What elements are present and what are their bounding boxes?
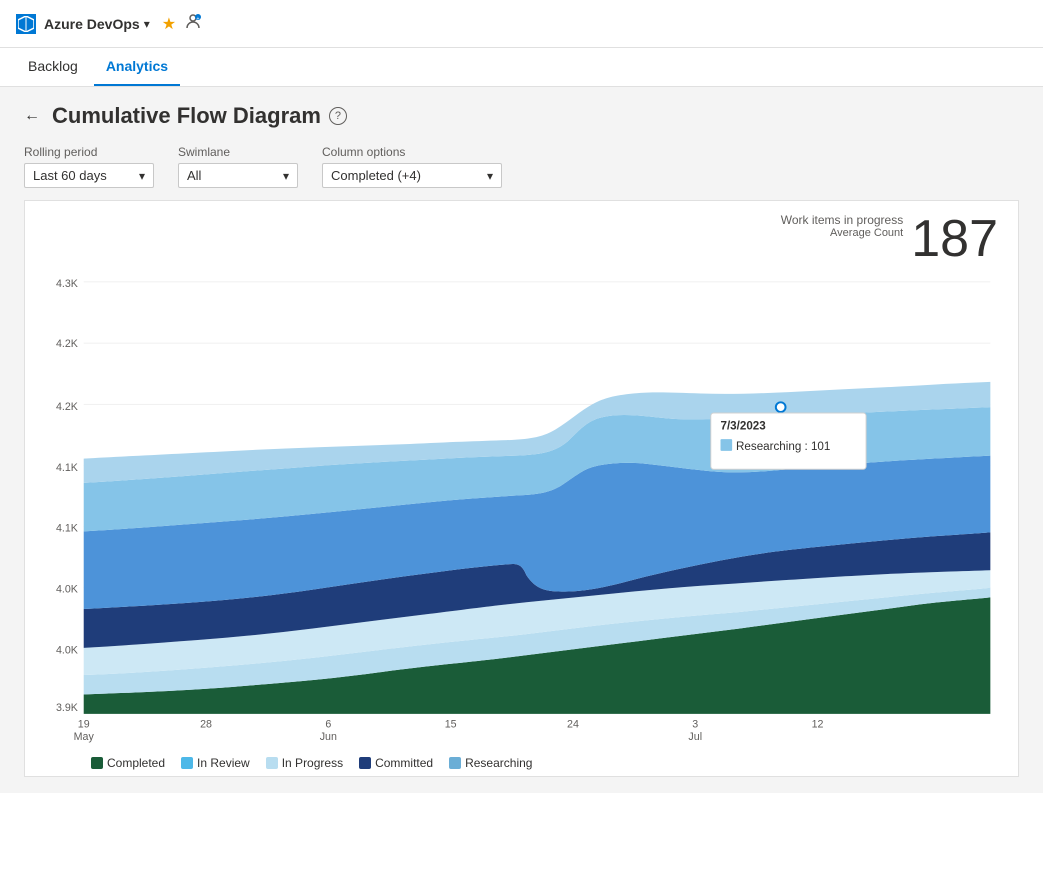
page-content: ← Cumulative Flow Diagram ? Rolling peri… (0, 87, 1043, 793)
app-header: Azure DevOps ▾ ★ + (0, 0, 1043, 48)
swimlane-value: All (187, 168, 201, 183)
legend-completed-label: Completed (107, 756, 165, 770)
svg-text:May: May (74, 731, 95, 743)
help-icon[interactable]: ? (329, 107, 347, 125)
svg-text:3: 3 (692, 718, 698, 730)
svg-text:28: 28 (200, 718, 212, 730)
legend-completed: Completed (91, 756, 165, 770)
legend-researching: Researching (449, 756, 532, 770)
svg-text:15: 15 (445, 718, 457, 730)
legend-in-review-dot (181, 757, 193, 769)
chart-wrapper: Work items in progress Average Count 187… (24, 200, 1019, 777)
legend-in-progress-label: In Progress (282, 756, 343, 770)
svg-text:6: 6 (325, 718, 331, 730)
cfd-chart: 4.3K 4.2K 4.2K 4.1K 4.1K 4.0K 4.0K 3.9K (41, 213, 1002, 743)
legend-in-review-label: In Review (197, 756, 250, 770)
rolling-period-label: Rolling period (24, 145, 154, 159)
wip-count: 187 (911, 213, 998, 265)
legend-committed-dot (359, 757, 371, 769)
wip-indicator: Work items in progress Average Count 187 (781, 213, 998, 265)
svg-text:4.0K: 4.0K (56, 584, 78, 596)
svg-text:4.1K: 4.1K (56, 462, 78, 474)
app-title-chevron-icon[interactable]: ▾ (144, 17, 150, 31)
svg-text:4.3K: 4.3K (56, 278, 78, 290)
filters-row: Rolling period Last 60 days ▾ Swimlane A… (24, 145, 1019, 188)
swimlane-label: Swimlane (178, 145, 298, 159)
rolling-period-filter: Rolling period Last 60 days ▾ (24, 145, 154, 188)
column-options-label: Column options (322, 145, 502, 159)
nav-tabs: Backlog Analytics (0, 48, 1043, 87)
svg-text:Jun: Jun (320, 731, 337, 743)
svg-text:19: 19 (78, 718, 90, 730)
svg-text:Researching : 101: Researching : 101 (736, 440, 830, 453)
rolling-period-select[interactable]: Last 60 days ▾ (24, 163, 154, 188)
legend-completed-dot (91, 757, 103, 769)
swimlane-select[interactable]: All ▾ (178, 163, 298, 188)
svg-text:4.0K: 4.0K (56, 645, 78, 657)
back-button[interactable]: ← (24, 107, 40, 125)
svg-text:4.1K: 4.1K (56, 522, 78, 534)
title-row: ← Cumulative Flow Diagram ? (24, 103, 1019, 129)
svg-text:12: 12 (812, 718, 824, 730)
svg-text:24: 24 (567, 718, 579, 730)
tooltip-dot (776, 402, 786, 412)
favorite-icon[interactable]: ★ (162, 14, 176, 34)
app-logo (16, 14, 36, 34)
chart-legend: Completed In Review In Progress Committe… (41, 748, 1002, 776)
legend-in-review: In Review (181, 756, 250, 770)
svg-text:+: + (197, 16, 200, 22)
svg-text:Jul: Jul (688, 731, 702, 743)
legend-in-progress: In Progress (266, 756, 343, 770)
column-options-value: Completed (+4) (331, 168, 421, 183)
column-options-chevron-icon: ▾ (487, 169, 493, 183)
app-title: Azure DevOps (44, 16, 140, 32)
person-icon[interactable]: + (184, 12, 202, 35)
tab-analytics[interactable]: Analytics (94, 48, 180, 86)
page-title: Cumulative Flow Diagram (52, 103, 321, 129)
wip-label: Work items in progress (781, 213, 903, 227)
rolling-period-value: Last 60 days (33, 168, 107, 183)
legend-committed: Committed (359, 756, 433, 770)
wip-sublabel: Average Count (781, 227, 903, 239)
svg-text:3.9K: 3.9K (56, 702, 78, 714)
svg-text:4.2K: 4.2K (56, 401, 78, 413)
tab-backlog[interactable]: Backlog (16, 48, 90, 86)
column-options-filter: Column options Completed (+4) ▾ (322, 145, 502, 188)
legend-researching-label: Researching (465, 756, 532, 770)
swimlane-chevron-icon: ▾ (283, 169, 289, 183)
rolling-period-chevron-icon: ▾ (139, 169, 145, 183)
legend-committed-label: Committed (375, 756, 433, 770)
legend-in-progress-dot (266, 757, 278, 769)
column-options-select[interactable]: Completed (+4) ▾ (322, 163, 502, 188)
svg-text:4.2K: 4.2K (56, 338, 78, 350)
swimlane-filter: Swimlane All ▾ (178, 145, 298, 188)
legend-researching-dot (449, 757, 461, 769)
svg-text:7/3/2023: 7/3/2023 (720, 419, 766, 432)
